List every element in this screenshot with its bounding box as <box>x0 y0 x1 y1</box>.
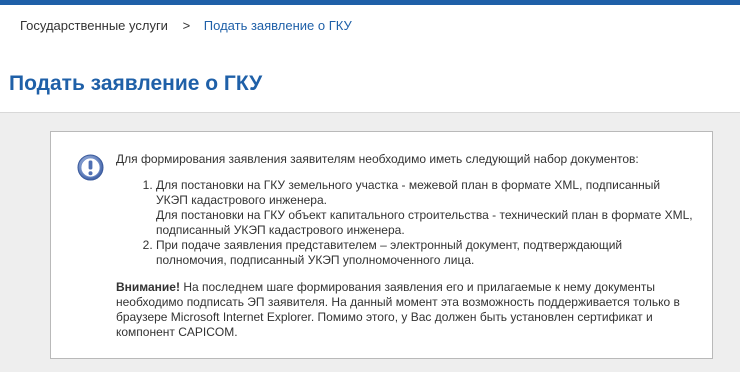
list-item-line: Для постановки на ГКУ объект капитальног… <box>156 208 693 222</box>
warning-paragraph: Внимание! На последнем шаге формирования… <box>116 280 701 340</box>
warning-text: На последнем шаге формирования заявления… <box>179 280 656 294</box>
exclamation-info-icon <box>77 154 104 181</box>
list-item-line: Для постановки на ГКУ земельного участка… <box>156 178 661 192</box>
required-documents-list: Для постановки на ГКУ земельного участка… <box>116 178 701 268</box>
list-item-line: подписанный УКЭП кадастрового инженера. <box>156 223 405 237</box>
notice-intro-text: Для формирования заявления заявителям не… <box>116 152 639 166</box>
info-notice-panel: Для формирования заявления заявителям не… <box>50 131 713 359</box>
breadcrumb-separator: > <box>182 18 191 33</box>
list-item: При подаче заявления представителем – эл… <box>156 238 701 268</box>
warning-label: Внимание! <box>116 280 180 294</box>
list-item-line: УКЭП кадастрового инженера. <box>156 193 327 207</box>
list-item-line: полномочия, подписанный УКЭП уполномочен… <box>156 253 475 267</box>
list-item-line: При подаче заявления представителем – эл… <box>156 238 623 252</box>
content-area: Для формирования заявления заявителям не… <box>0 112 740 372</box>
breadcrumb-link-current[interactable]: Подать заявление о ГКУ <box>204 18 352 33</box>
breadcrumb-link-home[interactable]: Государственные услуги <box>20 18 168 33</box>
warning-text: компонент CAPICOM. <box>116 325 238 339</box>
warning-text: браузере Microsoft Internet Explorer. По… <box>116 310 653 324</box>
breadcrumb: Государственные услуги > Подать заявлени… <box>20 18 352 34</box>
list-item: Для постановки на ГКУ земельного участка… <box>156 178 701 238</box>
top-accent-bar <box>0 0 740 5</box>
warning-text: необходимо подписать ЭП заявителя. На да… <box>116 295 680 309</box>
page-title: Подать заявление о ГКУ <box>9 72 263 95</box>
notice-intro: Для формирования заявления заявителям не… <box>116 152 701 167</box>
notice-body: Для формирования заявления заявителям не… <box>116 152 701 340</box>
